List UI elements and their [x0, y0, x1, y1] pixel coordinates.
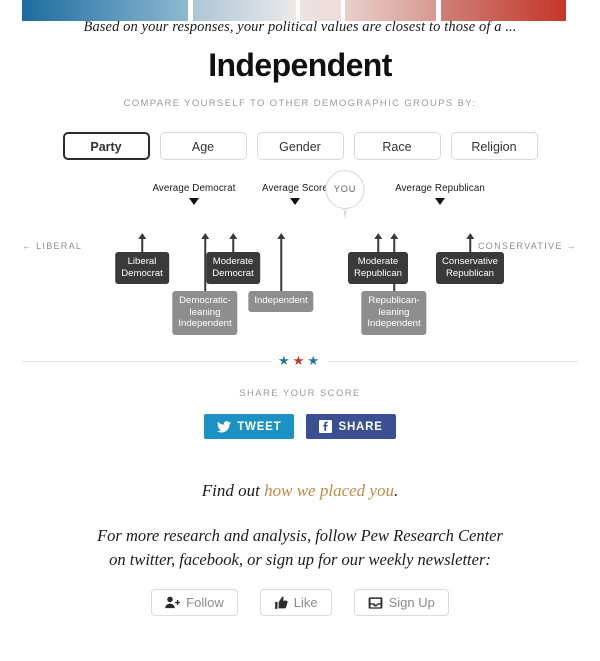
- share-button-label: SHARE: [338, 420, 383, 433]
- tweet-button-label: TWEET: [237, 420, 282, 433]
- average-marker-1: [290, 198, 300, 205]
- endcap-liberal: ← LIBERAL: [22, 241, 83, 251]
- group-tick-2: [232, 238, 234, 252]
- thumbs-up-icon: [274, 596, 288, 610]
- average-marker-0: [189, 198, 199, 205]
- average-label-1: Average Score: [262, 183, 328, 194]
- scale-segment-very-conservative: [441, 0, 566, 21]
- sign-up-button-label: Sign Up: [388, 595, 435, 610]
- follow-copy: For more research and analysis, follow P…: [0, 524, 600, 572]
- twitter-bird-icon: [217, 420, 232, 433]
- like-button[interactable]: Like: [259, 589, 332, 616]
- group-tick-6: [469, 238, 471, 252]
- person-add-icon: [165, 596, 181, 609]
- follow-button-label: Follow: [186, 595, 224, 610]
- find-out-line: Find out how we placed you.: [0, 481, 600, 501]
- group-callout-4: Moderate Republican: [347, 252, 409, 284]
- you-bubble: YOU: [325, 170, 365, 209]
- like-button-label: Like: [293, 595, 318, 610]
- find-out-suffix: .: [393, 481, 399, 500]
- star-1: ★: [292, 353, 308, 368]
- find-out-prefix: Find out: [201, 481, 265, 500]
- star-separator: ★★★: [0, 353, 600, 369]
- sign-up-button[interactable]: Sign Up: [353, 589, 449, 616]
- average-label-0: Average Democrat: [152, 183, 236, 194]
- how-we-placed-you-link[interactable]: how we placed you: [264, 481, 394, 500]
- group-callout-2: Moderate Democrat: [206, 252, 260, 284]
- footer-buttons: Follow Like Sign Up: [0, 589, 600, 616]
- facebook-f-icon: [319, 420, 333, 433]
- scale-segment-very-liberal: [22, 0, 188, 21]
- follow-copy-line2: on twitter, facebook, or sign up for our…: [109, 550, 491, 569]
- share-buttons: TWEET SHARE: [0, 414, 600, 439]
- scale-segment-conservative: [345, 0, 436, 21]
- share-your-score-label: SHARE YOUR SCORE: [239, 388, 361, 399]
- envelope-inbox-icon: [368, 596, 383, 610]
- group-tick-4: [377, 238, 379, 252]
- star-2: ★: [307, 353, 322, 368]
- group-tick-3: [280, 238, 282, 291]
- scale-segment-center: [300, 0, 341, 21]
- average-label-2: Average Republican: [395, 183, 485, 194]
- group-callout-0: Liberal Democrat: [115, 252, 169, 284]
- ideology-scale: ← LIBERAL CONSERVATIVE → Average Democrat A…: [0, 0, 600, 345]
- average-marker-2: [435, 198, 445, 205]
- tweet-button[interactable]: TWEET: [204, 414, 295, 439]
- group-callout-1: Democratic-leaning Independent: [172, 291, 238, 335]
- you-label: YOU: [333, 184, 357, 194]
- follow-copy-line1: For more research and analysis, follow P…: [97, 526, 503, 545]
- endcap-conservative: CONSERVATIVE →: [478, 241, 577, 251]
- star-0: ★: [278, 353, 293, 368]
- group-callout-6: Conservative Republican: [436, 252, 504, 284]
- group-callout-3: Independent: [248, 291, 314, 312]
- facebook-share-button[interactable]: SHARE: [306, 414, 396, 439]
- scale-segment-liberal: [193, 0, 296, 21]
- group-tick-0: [141, 238, 143, 252]
- group-callout-5: Republican-leaning Independent: [361, 291, 427, 335]
- follow-button[interactable]: Follow: [151, 589, 238, 616]
